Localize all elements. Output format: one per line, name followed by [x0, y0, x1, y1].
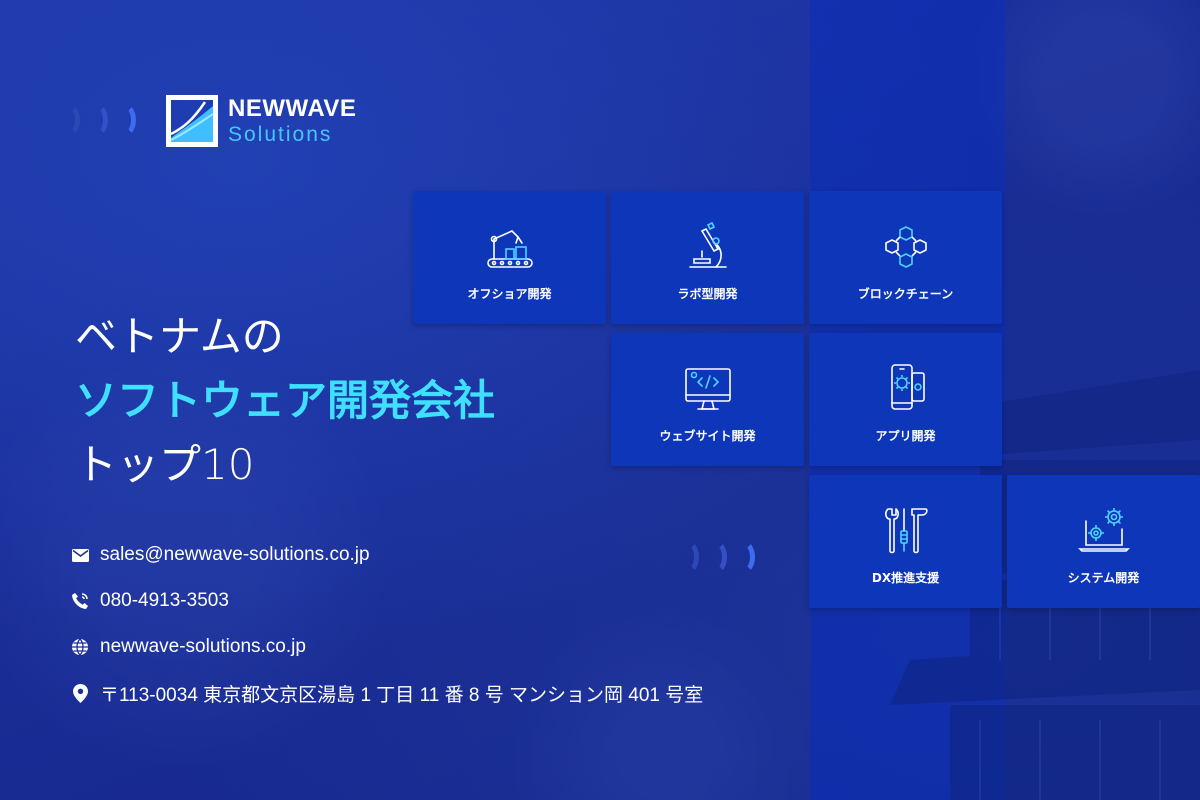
service-tile-offshore[interactable]: オフショア開発: [413, 191, 606, 324]
contact-address[interactable]: 〒113-0034 東京都文京区湯島 1 丁目 11 番 8 号 マンション岡 …: [70, 681, 704, 706]
headline-line-3: トップ10: [75, 440, 255, 489]
chevron-right-icon: [731, 540, 755, 574]
service-tile-app[interactable]: アプリ開発: [809, 333, 1002, 466]
envelope-icon: [70, 545, 90, 565]
service-tile-dx[interactable]: DX推進支援: [809, 475, 1002, 608]
email-text: sales@newwave-solutions.co.jp: [100, 544, 370, 565]
laptop-gears-icon: [1077, 508, 1130, 552]
mobile-gear-icon: [890, 364, 925, 410]
service-tile-lab[interactable]: ラボ型開発: [611, 191, 804, 324]
service-label: ウェブサイト開発: [659, 429, 756, 443]
logo-subname: Solutions: [228, 123, 333, 146]
logo-name: NEWWAVE: [228, 95, 357, 122]
chevron-right-icon: [84, 103, 108, 137]
chevron-right-icon: [56, 103, 80, 137]
contact-website[interactable]: newwave-solutions.co.jp: [70, 635, 703, 659]
service-label: ブロックチェーン: [857, 287, 954, 301]
website-text: newwave-solutions.co.jp: [100, 636, 306, 657]
chevron-right-icon: [703, 540, 727, 574]
location-pin-icon: [70, 683, 90, 703]
logo-mark: [166, 95, 218, 147]
service-label: ラボ型開発: [677, 287, 738, 301]
headline-line-2: ソフトウェア開発会社: [75, 376, 496, 425]
microscope-icon: [688, 221, 727, 268]
phone-icon: [70, 591, 90, 611]
contact-list: sales@newwave-solutions.co.jp 080-4913-3…: [70, 543, 703, 727]
globe-icon: [70, 637, 90, 657]
phone-text: 080-4913-3503: [100, 590, 229, 611]
contact-email[interactable]: sales@newwave-solutions.co.jp: [70, 543, 703, 567]
tools-icon: [884, 508, 928, 554]
headline: ベトナムの ソフトウェア開発会社 トップ10: [75, 316, 495, 486]
chevron-decoration-top: [56, 103, 136, 137]
monitor-code-icon: [684, 368, 731, 410]
robot-arm-icon: [486, 230, 533, 268]
service-label: DX推進支援: [871, 571, 940, 585]
service-tile-system[interactable]: システム開発: [1007, 475, 1200, 608]
address-text: 〒113-0034 東京都文京区湯島 1 丁目 11 番 8 号 マンション岡 …: [100, 684, 704, 706]
contact-phone[interactable]: 080-4913-3503: [70, 589, 703, 613]
service-tile-blockchain[interactable]: ブロックチェーン: [809, 191, 1002, 324]
service-label: システム開発: [1067, 571, 1140, 585]
company-logo[interactable]: NEWWAVE Solutions: [166, 95, 356, 147]
service-tile-website[interactable]: ウェブサイト開発: [611, 333, 804, 466]
service-label: オフショア開発: [467, 287, 552, 301]
blockchain-cubes-icon: [884, 226, 927, 268]
service-label: アプリ開発: [875, 429, 936, 443]
wave-logo-icon: [171, 101, 213, 142]
chevron-right-icon: [112, 103, 136, 137]
